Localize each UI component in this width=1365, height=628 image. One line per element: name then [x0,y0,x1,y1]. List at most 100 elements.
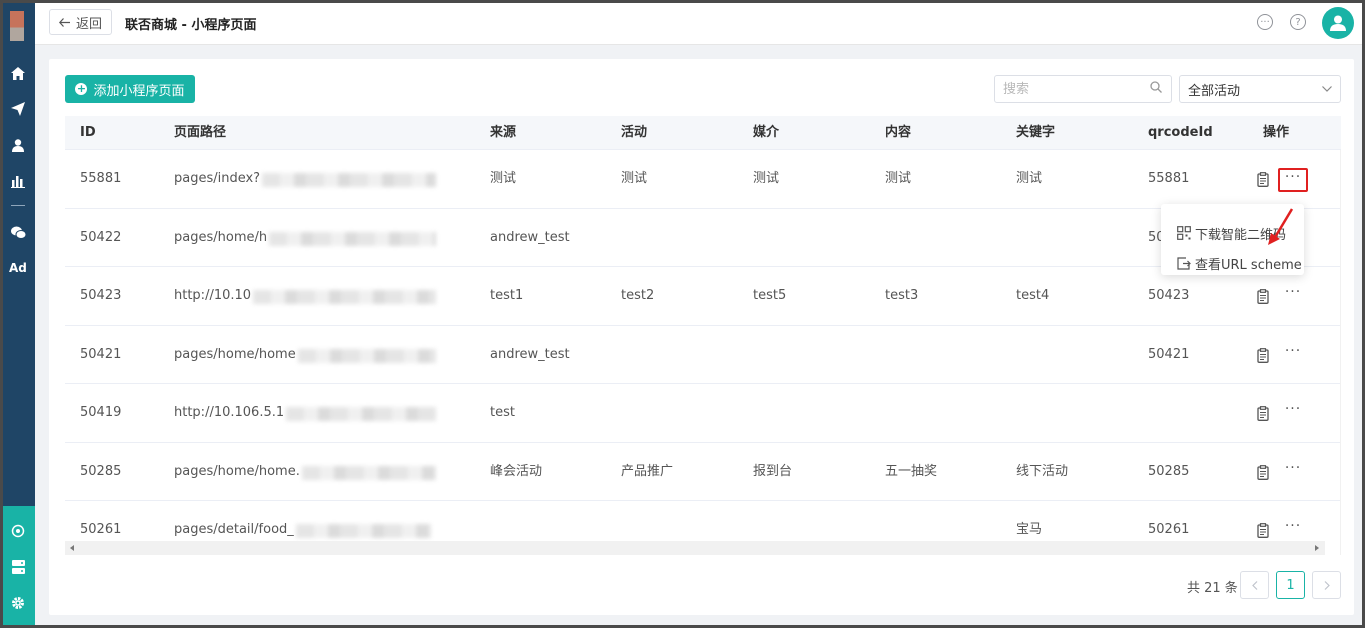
column-header-id: ID [80,125,96,140]
clipboard-icon[interactable] [1257,523,1269,538]
wechat-icon[interactable] [9,223,27,241]
cell-keyword: 测试 [1016,171,1043,186]
table-row: 50422andrew_test50 pages/home/h ··· [65,209,1341,267]
more-actions-icon[interactable]: ··· [1278,168,1308,192]
help-icon[interactable]: ? [1290,14,1306,30]
horizontal-scrollbar[interactable] [65,541,1325,555]
cell-activity: test2 [621,288,655,303]
sidebar: Ad [3,3,35,625]
add-page-label: 添加小程序页面 [93,83,185,99]
activity-filter-select[interactable]: 全部活动 [1179,75,1341,103]
column-header-path: 页面路径 [174,125,227,140]
more-actions-icon[interactable]: ··· [1282,285,1304,305]
home-icon[interactable] [9,64,27,82]
column-header-content: 内容 [885,125,912,140]
redacted-path-blur [253,290,436,304]
user-avatar[interactable] [1322,7,1354,39]
cell-source: andrew_test [490,229,570,245]
chevron-down-icon [1322,86,1332,92]
pages-table: ID 页面路径 来源 活动 媒介 内容 关键字 qrcodeId 操作 5588… [65,116,1341,557]
cell-qrcode: 55881 [1148,171,1190,186]
table-row: 50285 峰会活动 产品推广 报到台 五一抽奖 线下活动 50285 pages/home… [65,443,1341,501]
pagination-page-button[interactable]: 1 [1276,571,1305,599]
redacted-path-blur [295,524,431,538]
cell-source: 峰会活动 [490,463,543,479]
cell-activity: 产品推广 [621,463,674,479]
avatar-person-icon [1330,15,1346,31]
user-icon[interactable] [9,136,27,154]
cell-content: 测试 [885,171,912,186]
cell-activity: 测试 [621,171,648,186]
redacted-path-blur [301,465,436,480]
hub-icon[interactable] [9,522,27,540]
chevron-right-icon [1324,580,1330,590]
sidebar-divider [11,205,25,206]
column-header-source: 来源 [490,125,517,140]
cell-id: 55881 [80,171,122,186]
arrow-left-icon [58,17,70,27]
cell-qrcode: 50285 [1148,463,1190,479]
cell-path-text: http://10.10 [174,288,252,303]
cell-path-text: pages/home/home [174,346,296,362]
clipboard-icon[interactable] [1257,347,1269,363]
redacted-path-blur [262,173,436,187]
clipboard-icon[interactable] [1257,289,1269,304]
clipboard-icon[interactable] [1257,406,1269,421]
cell-id: 50422 [80,229,122,245]
view-url-scheme-menu-item[interactable]: 查看URL scheme [1161,248,1304,278]
more-actions-icon[interactable]: ··· [1282,402,1304,422]
send-icon[interactable] [9,100,27,118]
view-url-scheme-label: 查看URL scheme [1195,257,1302,273]
cell-keyword: test4 [1016,288,1050,303]
cell-path: pages/home/home [174,326,474,384]
scroll-right-arrow-icon[interactable] [1315,545,1319,551]
clipboard-icon[interactable] [1257,172,1269,187]
cell-path-text: pages/detail/food_ [174,522,294,537]
scroll-left-arrow-icon[interactable] [70,545,74,551]
chat-bubble-icon[interactable]: ··· [1257,14,1273,30]
vertical-scrollbar[interactable] [1340,150,1341,555]
search-icon[interactable] [1150,81,1162,93]
cell-path: http://10.106.5.1 [174,384,474,442]
app-window: Ad 返回 联否商城 - 小程序页面 ··· ? + 添加小程序页面 搜索 全部… [0,0,1365,628]
clipboard-icon[interactable] [1257,464,1269,480]
ad-menu-label[interactable]: Ad [9,261,27,275]
cell-path: http://10.10 [174,267,474,325]
redacted-path-blur [286,407,436,421]
table-row: 50423 test1 test2 test5 test3 test4 50423 http… [65,267,1341,326]
top-header: 返回 联否商城 - 小程序页面 ··· ? [35,3,1362,45]
more-actions-icon[interactable]: ··· [1282,344,1304,364]
cell-source: andrew_test [490,346,570,362]
settings-gear-icon[interactable] [9,594,27,612]
cell-medium: test5 [753,288,787,303]
column-header-keyword: 关键字 [1016,125,1056,140]
cell-qrcode: 50421 [1148,346,1190,362]
content-card: + 添加小程序页面 全部活动 ID 页面路径 来源 活动 媒介 内容 关键字 q… [49,59,1354,615]
chevron-left-icon [1251,580,1257,590]
add-page-button[interactable]: + 添加小程序页面 [65,75,195,103]
bar-chart-icon[interactable] [9,172,27,190]
external-link-icon [1177,256,1191,270]
cell-path-text: pages/home/h [174,229,268,245]
cell-id: 50419 [80,405,122,420]
cell-path: pages/home/h [174,209,474,267]
redacted-path-blur [297,348,436,363]
search-input[interactable] [994,75,1172,103]
cell-source: 测试 [490,171,517,186]
more-actions-icon[interactable]: ··· [1282,519,1304,539]
more-actions-icon[interactable]: ··· [1282,461,1304,481]
cell-source: test [490,405,515,420]
app-logo [10,11,24,41]
table-row: 50419 test http://10.106.5.1 ··· [65,384,1341,443]
cell-id: 50285 [80,463,122,479]
sidebar-bottom-panel [3,506,35,625]
qrcode-icon [1177,226,1191,240]
table-row: 50421 andrew_test 50421 pages/home/home ··… [65,326,1341,384]
cell-medium: 测试 [753,171,780,186]
server-icon[interactable] [9,558,27,576]
back-button[interactable]: 返回 [49,9,112,35]
pagination-prev-button[interactable] [1240,571,1269,599]
cell-path: pages/home/home. [174,443,474,501]
plus-circle-icon: + [75,82,88,95]
pagination-next-button[interactable] [1312,571,1341,599]
